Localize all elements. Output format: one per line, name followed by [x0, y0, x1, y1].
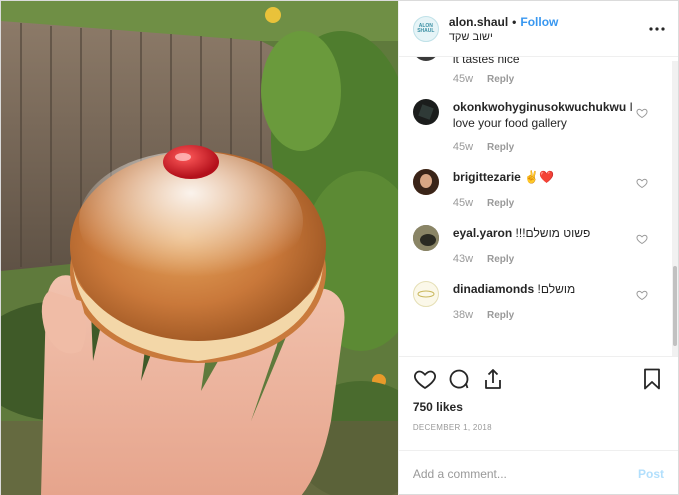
- add-comment-bar: Post: [398, 450, 678, 495]
- comment-age[interactable]: 38w: [453, 309, 473, 321]
- post-photo[interactable]: [1, 1, 398, 495]
- post-comment-button[interactable]: Post: [638, 467, 664, 481]
- comments-scrollbar[interactable]: [672, 61, 678, 356]
- comment-like-heart-icon[interactable]: [636, 107, 648, 119]
- follow-button[interactable]: Follow: [520, 15, 558, 29]
- comment-body: dinadiamonds מושלם! 38w Reply: [453, 281, 664, 321]
- post-actions-section: 750 likes DECEMBER 1, 2018: [398, 356, 678, 450]
- comment-item: brigittezarie ✌️❤️ 45w Reply: [412, 169, 664, 209]
- comment-text: ✌️❤️: [524, 170, 555, 184]
- comment-age[interactable]: 43w: [453, 253, 473, 265]
- commenter-avatar[interactable]: [412, 281, 439, 307]
- comment-body: brigittezarie ✌️❤️ 45w Reply: [453, 169, 664, 209]
- comment-item: dinadiamonds מושלם! 38w Reply: [412, 281, 664, 321]
- comment-text: it tastes nice: [452, 57, 520, 66]
- comment-item: eyal.yaron פשוט מושלם!!! 43w Reply: [412, 225, 664, 265]
- post-side-panel: ALON SHAUL alon.shaul • Follow ישוב שקד: [397, 1, 678, 495]
- separator-dot: •: [512, 14, 517, 29]
- comment-username[interactable]: dinadiamonds: [453, 282, 534, 296]
- comment-body: eyal.yaron פשוט מושלם!!! 43w Reply: [453, 225, 664, 265]
- comment-username[interactable]: okonkwohyginusokwuchukwu: [453, 100, 626, 114]
- reply-button[interactable]: Reply: [487, 254, 514, 265]
- comment-body: okonkwohyginusokwuchukwu I love your foo…: [453, 99, 664, 153]
- post-date[interactable]: DECEMBER 1, 2018: [413, 423, 664, 432]
- comment-text-line: eyal.yaron פשוט מושלם!!!: [453, 225, 642, 241]
- comment-text: פשוט מושלם!!!: [515, 226, 591, 240]
- comment-item: it tastes nice 45w Reply: [412, 57, 664, 85]
- comment-text-line: brigittezarie ✌️❤️: [453, 169, 642, 185]
- comment-text-line: it tastes nice: [453, 57, 642, 67]
- reply-button[interactable]: Reply: [487, 310, 514, 321]
- commenter-avatar[interactable]: [412, 225, 439, 251]
- comment-like-heart-icon[interactable]: [636, 289, 648, 301]
- heart-icon[interactable]: [413, 367, 437, 391]
- donut-photo-illustration: [1, 1, 398, 495]
- location-link[interactable]: ישוב שקד: [449, 31, 648, 43]
- author-avatar[interactable]: ALON SHAUL: [412, 15, 439, 42]
- comment-text: מושלם!: [537, 282, 576, 296]
- comment-meta: 45w Reply: [453, 73, 642, 85]
- comment-icon[interactable]: [447, 367, 471, 391]
- comments-list[interactable]: it tastes nice 45w Reply okonkwohyginuso…: [399, 57, 678, 356]
- comment-age[interactable]: 45w: [453, 141, 473, 153]
- comment-username[interactable]: eyal.yaron: [453, 226, 512, 240]
- author-line: alon.shaul • Follow: [449, 15, 648, 29]
- reply-button[interactable]: Reply: [487, 142, 514, 153]
- comment-age[interactable]: 45w: [453, 73, 473, 85]
- comment-text-line: okonkwohyginusokwuchukwu I love your foo…: [453, 99, 642, 131]
- instagram-post: ALON SHAUL alon.shaul • Follow ישוב שקד: [0, 0, 679, 495]
- commenter-avatar[interactable]: [412, 57, 439, 61]
- reply-button[interactable]: Reply: [487, 74, 514, 85]
- comment-text-line: dinadiamonds מושלם!: [453, 281, 642, 297]
- comment-item: okonkwohyginusokwuchukwu I love your foo…: [412, 99, 664, 153]
- add-comment-input[interactable]: [412, 466, 638, 481]
- comment-meta: 43w Reply: [453, 253, 642, 265]
- commenter-avatar[interactable]: [412, 99, 439, 125]
- comment-body: it tastes nice 45w Reply: [453, 57, 664, 85]
- comment-like-heart-icon[interactable]: [636, 233, 648, 245]
- action-bar: [413, 365, 664, 393]
- scrollbar-thumb[interactable]: [673, 266, 677, 346]
- comment-meta: 45w Reply: [453, 141, 642, 153]
- bookmark-icon[interactable]: [640, 367, 664, 391]
- post-header: ALON SHAUL alon.shaul • Follow ישוב שקד: [398, 1, 678, 57]
- more-options-icon[interactable]: [648, 20, 666, 38]
- author-username[interactable]: alon.shaul: [449, 15, 508, 29]
- comment-meta: 38w Reply: [453, 309, 642, 321]
- reply-button[interactable]: Reply: [487, 198, 514, 209]
- share-icon[interactable]: [481, 367, 505, 391]
- comment-username[interactable]: brigittezarie: [453, 170, 521, 184]
- author-info: alon.shaul • Follow ישוב שקד: [449, 15, 648, 43]
- commenter-avatar[interactable]: [412, 169, 439, 195]
- comment-age[interactable]: 45w: [453, 197, 473, 209]
- comment-meta: 45w Reply: [453, 197, 642, 209]
- likes-count[interactable]: 750 likes: [413, 400, 664, 414]
- author-avatar-text: ALON SHAUL: [417, 22, 435, 34]
- comment-like-heart-icon[interactable]: [636, 177, 648, 189]
